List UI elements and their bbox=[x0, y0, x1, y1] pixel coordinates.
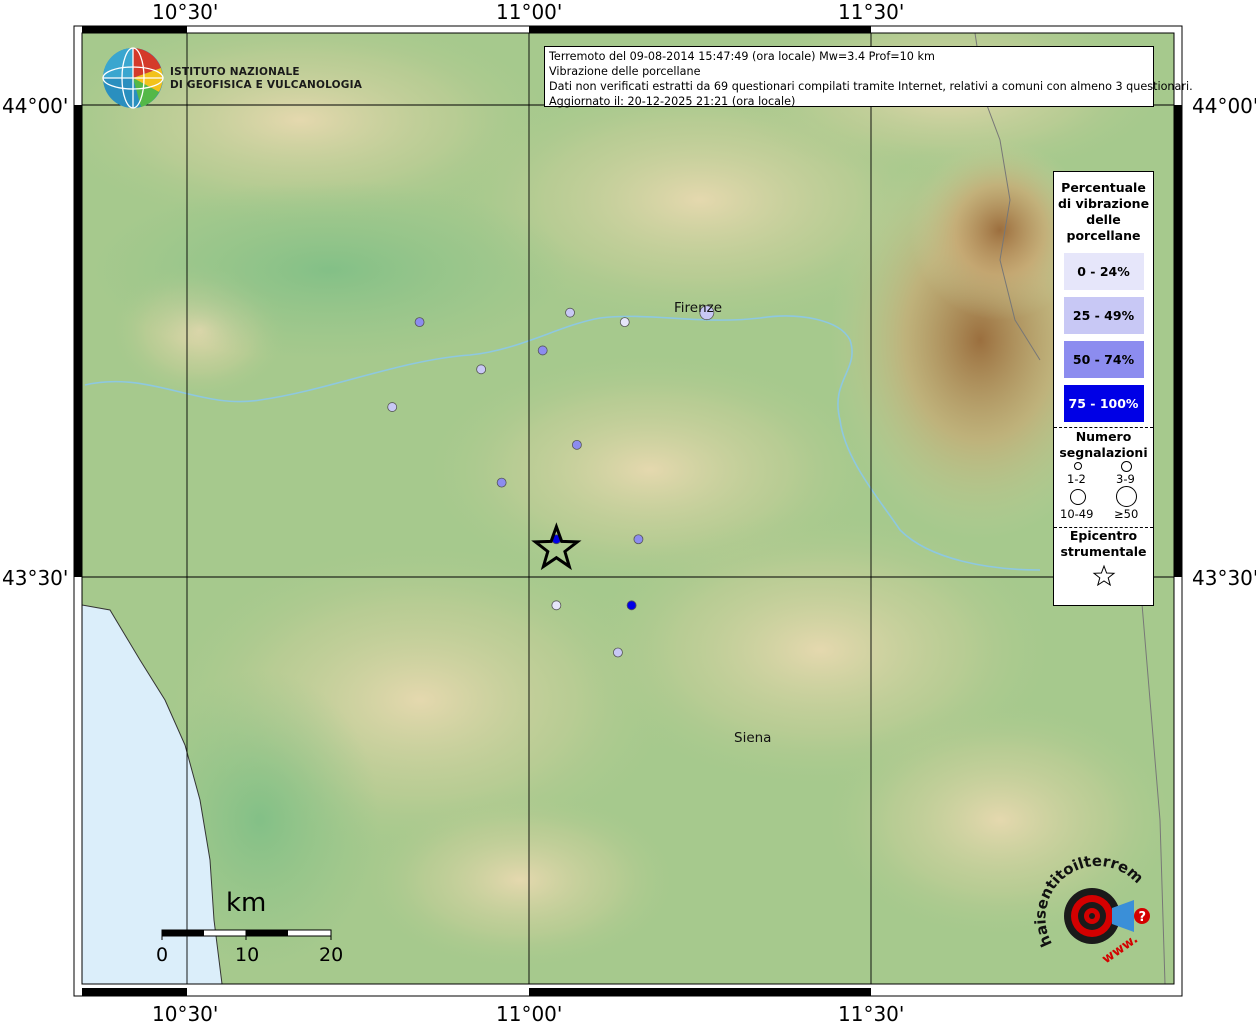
intensity-point-2 bbox=[619, 317, 630, 328]
lon-label-top-1100: 11°00' bbox=[496, 0, 563, 24]
intensity-point-4 bbox=[476, 364, 487, 375]
intensity-point-12 bbox=[626, 600, 637, 611]
legend-count-title: Numero segnalazioni bbox=[1054, 429, 1153, 461]
legend-epicenter-title: Epicentro strumentale bbox=[1054, 528, 1153, 560]
size-label-50-plus: ≥50 bbox=[1114, 507, 1139, 521]
intensity-point-5 bbox=[537, 345, 548, 356]
legend-class-25-49: 25 - 49% bbox=[1063, 297, 1144, 334]
legend-title: Percentuale di vibrazione delle porcella… bbox=[1054, 180, 1153, 244]
lat-label-right-4330: 43°30' bbox=[1192, 566, 1256, 590]
legend-count-title-line1: Numero bbox=[1075, 429, 1132, 444]
size-label-1-2: 1-2 bbox=[1067, 472, 1086, 486]
map-figure: 10°30' 11°00' 11°30' 10°30' 11°00' 11°30… bbox=[0, 0, 1256, 1026]
lat-label-left-4400: 44°00' bbox=[2, 94, 69, 118]
ingv-name-line2: DI GEOFISICA E VULCANOLOGIA bbox=[170, 79, 363, 91]
intensity-point-7 bbox=[571, 439, 582, 450]
size-circle-small bbox=[1074, 462, 1082, 470]
lat-label-right-4400: 44°00' bbox=[1192, 94, 1256, 118]
intensity-point-0 bbox=[414, 317, 425, 328]
legend-panel: Percentuale di vibrazione delle porcella… bbox=[1053, 171, 1154, 606]
ingv-logo-text: ISTITUTO NAZIONALE DI GEOFISICA E VULCAN… bbox=[170, 66, 362, 92]
ingv-logo-icon bbox=[102, 47, 164, 109]
size-circle-medium bbox=[1121, 461, 1132, 472]
scale-tick-20: 20 bbox=[319, 944, 344, 966]
legend-epicenter-line1: Epicentro bbox=[1069, 528, 1138, 543]
city-label-siena: Siena bbox=[734, 730, 772, 746]
legend-separator bbox=[1054, 427, 1153, 428]
scale-tick-0: 0 bbox=[156, 944, 169, 966]
legend-class-0-24: 0 - 24% bbox=[1063, 253, 1144, 290]
size-circle-large bbox=[1070, 489, 1086, 505]
svg-text:?: ? bbox=[1139, 910, 1147, 925]
scale-tick-10: 10 bbox=[235, 944, 260, 966]
legend-title-line3: delle bbox=[1086, 212, 1121, 227]
lat-label-left-4330: 43°30' bbox=[2, 566, 69, 590]
size-label-10-49: 10-49 bbox=[1060, 507, 1094, 521]
ingv-name-line1: ISTITUTO NAZIONALE bbox=[170, 66, 300, 78]
lon-label-bottom-1100: 11°00' bbox=[496, 1002, 563, 1026]
info-line-data-note: Dati non verificati estratti da 69 quest… bbox=[549, 80, 1193, 93]
legend-class-50-74: 50 - 74% bbox=[1063, 341, 1144, 378]
legend-title-line2: di vibrazione bbox=[1057, 196, 1150, 211]
info-line-parameter: Vibrazione delle porcellane bbox=[549, 65, 701, 78]
info-line-updated: Aggiornato il: 20-12-2025 21:21 (ora loc… bbox=[549, 95, 796, 108]
earthquake-info-box: Terremoto del 09-08-2014 15:47:49 (ora l… bbox=[544, 46, 1193, 108]
scale-unit: km bbox=[226, 888, 267, 918]
legend-class-75-100: 75 - 100% bbox=[1063, 385, 1144, 422]
hsi-logo-icon: haisentitoilterremoto.it ? www. bbox=[1030, 848, 1150, 967]
lon-label-bottom-1130: 11°30' bbox=[838, 1002, 905, 1026]
intensity-point-13 bbox=[613, 647, 623, 658]
size-circle-xlarge bbox=[1116, 486, 1137, 507]
legend-epicenter-line2: strumentale bbox=[1060, 544, 1147, 559]
star-icon bbox=[1092, 564, 1115, 587]
info-line-event: Terremoto del 09-08-2014 15:47:49 (ora l… bbox=[549, 50, 935, 63]
intensity-point-6 bbox=[387, 402, 398, 412]
intensity-point-1 bbox=[565, 307, 575, 318]
legend-size-scale: 1-2 3-9 10-49 ≥50 bbox=[1054, 461, 1153, 527]
intensity-point-10 bbox=[633, 534, 644, 545]
legend-count-title-line2: segnalazioni bbox=[1059, 445, 1148, 460]
legend-title-line4: porcellane bbox=[1066, 228, 1141, 243]
terrain-layer bbox=[82, 33, 1174, 984]
intensity-point-11 bbox=[551, 600, 562, 611]
city-label-firenze: Firenze bbox=[674, 300, 723, 316]
lon-label-top-1130: 11°30' bbox=[838, 0, 905, 24]
intensity-point-8 bbox=[496, 477, 507, 488]
legend-title-line1: Percentuale bbox=[1061, 180, 1146, 195]
lon-label-top-1030: 10°30' bbox=[152, 0, 219, 24]
lon-label-bottom-1030: 10°30' bbox=[152, 1002, 219, 1026]
size-label-3-9: 3-9 bbox=[1116, 472, 1135, 486]
